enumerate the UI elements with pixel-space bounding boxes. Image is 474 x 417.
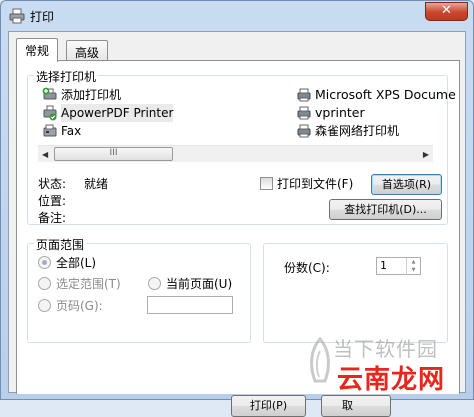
print-button[interactable]: 打印(P): [231, 395, 306, 417]
page-range-legend: 页面范围: [34, 236, 87, 253]
dialog-client-area: 常规 高级 选择打印机 添加打印机 ApowerPDF Printer Fax …: [8, 31, 466, 417]
all-pages-label: 全部(L): [56, 256, 97, 270]
copies-group: 份数(C): 1 ▲ ▼: [263, 243, 448, 343]
printer-name: Microsoft XPS Docume: [315, 87, 456, 102]
print-dialog-window: 打印 ✕ 常规 高级 选择打印机 添加打印机 ApowerPDF Printer…: [0, 0, 474, 417]
fax-icon: [43, 124, 57, 137]
printer-name: Fax: [61, 124, 82, 138]
preferences-button-label: 首选项(R): [381, 178, 432, 191]
select-printer-group: 选择打印机 添加打印机 ApowerPDF Printer Fax Micros…: [27, 68, 456, 225]
cancel-button-label: 取: [342, 399, 353, 412]
tab-general-label: 常规: [25, 44, 50, 58]
tab-advanced[interactable]: 高级: [66, 40, 109, 62]
select-printer-legend: 选择打印机: [34, 68, 99, 85]
selection-radio[interactable]: [38, 277, 51, 290]
general-tab-panel: 选择打印机 添加打印机 ApowerPDF Printer Fax Micros…: [16, 60, 460, 417]
printer-name: 森雀网络打印机: [315, 124, 400, 138]
comment-label: 备注:: [38, 211, 67, 225]
printer-name: vprinter: [315, 105, 365, 120]
current-page-label: 当前页面(U): [166, 277, 233, 291]
scroll-left-icon[interactable]: ◀: [42, 150, 48, 159]
default-printer-icon: [43, 105, 57, 121]
close-icon: ✕: [441, 3, 452, 18]
preferences-button[interactable]: 首选项(R): [371, 174, 442, 195]
printer-name: ApowerPDF Printer: [61, 104, 174, 122]
pages-input[interactable]: [147, 296, 233, 314]
window-title: 打印: [30, 10, 55, 24]
status-label: 状态:: [38, 177, 67, 191]
print-to-file-checkbox[interactable]: [260, 177, 273, 190]
scroll-grip-icon: III: [109, 148, 118, 158]
print-button-label: 打印(P): [249, 399, 288, 412]
pages-label: 页码(G):: [56, 299, 103, 313]
pages-radio[interactable]: [38, 299, 51, 312]
scroll-thumb[interactable]: III: [54, 147, 173, 161]
printer-list-scrollbar[interactable]: ◀ III ▶: [38, 145, 433, 162]
copies-spinner[interactable]: ▲ ▼: [406, 258, 420, 275]
all-pages-radio[interactable]: [38, 256, 51, 269]
find-printer-button-label: 查找打印机(D)...: [344, 203, 427, 216]
selection-label: 选定范围(T): [56, 277, 121, 291]
location-label: 位置:: [38, 194, 67, 208]
status-value: 就绪: [84, 177, 109, 191]
tab-advanced-label: 高级: [75, 46, 100, 60]
close-button[interactable]: ✕: [425, 2, 468, 21]
printer-icon: [9, 8, 25, 24]
add-printer-icon: [42, 87, 57, 100]
copies-input[interactable]: 1 ▲ ▼: [376, 257, 421, 275]
print-to-file-label: 打印到文件(F): [277, 177, 354, 191]
title-bar[interactable]: 打印 ✕: [1, 1, 473, 31]
cancel-button[interactable]: 取: [321, 395, 391, 417]
copies-value: 1: [380, 259, 387, 272]
page-range-group: 页面范围 全部(L) 选定范围(T) 当前页面(U) 页码(G):: [27, 236, 251, 343]
spin-up-icon[interactable]: ▲: [407, 258, 420, 266]
tab-general[interactable]: 常规: [16, 38, 59, 62]
printer-name: 添加打印机: [61, 88, 122, 102]
printer-icon: [297, 88, 311, 102]
spin-down-icon[interactable]: ▼: [407, 266, 420, 274]
printer-icon: [297, 106, 311, 120]
copies-label: 份数(C):: [284, 261, 330, 275]
printer-icon: [297, 124, 311, 138]
find-printer-button[interactable]: 查找打印机(D)...: [329, 199, 442, 220]
scroll-right-icon[interactable]: ▶: [423, 150, 429, 159]
current-page-radio[interactable]: [148, 277, 161, 290]
